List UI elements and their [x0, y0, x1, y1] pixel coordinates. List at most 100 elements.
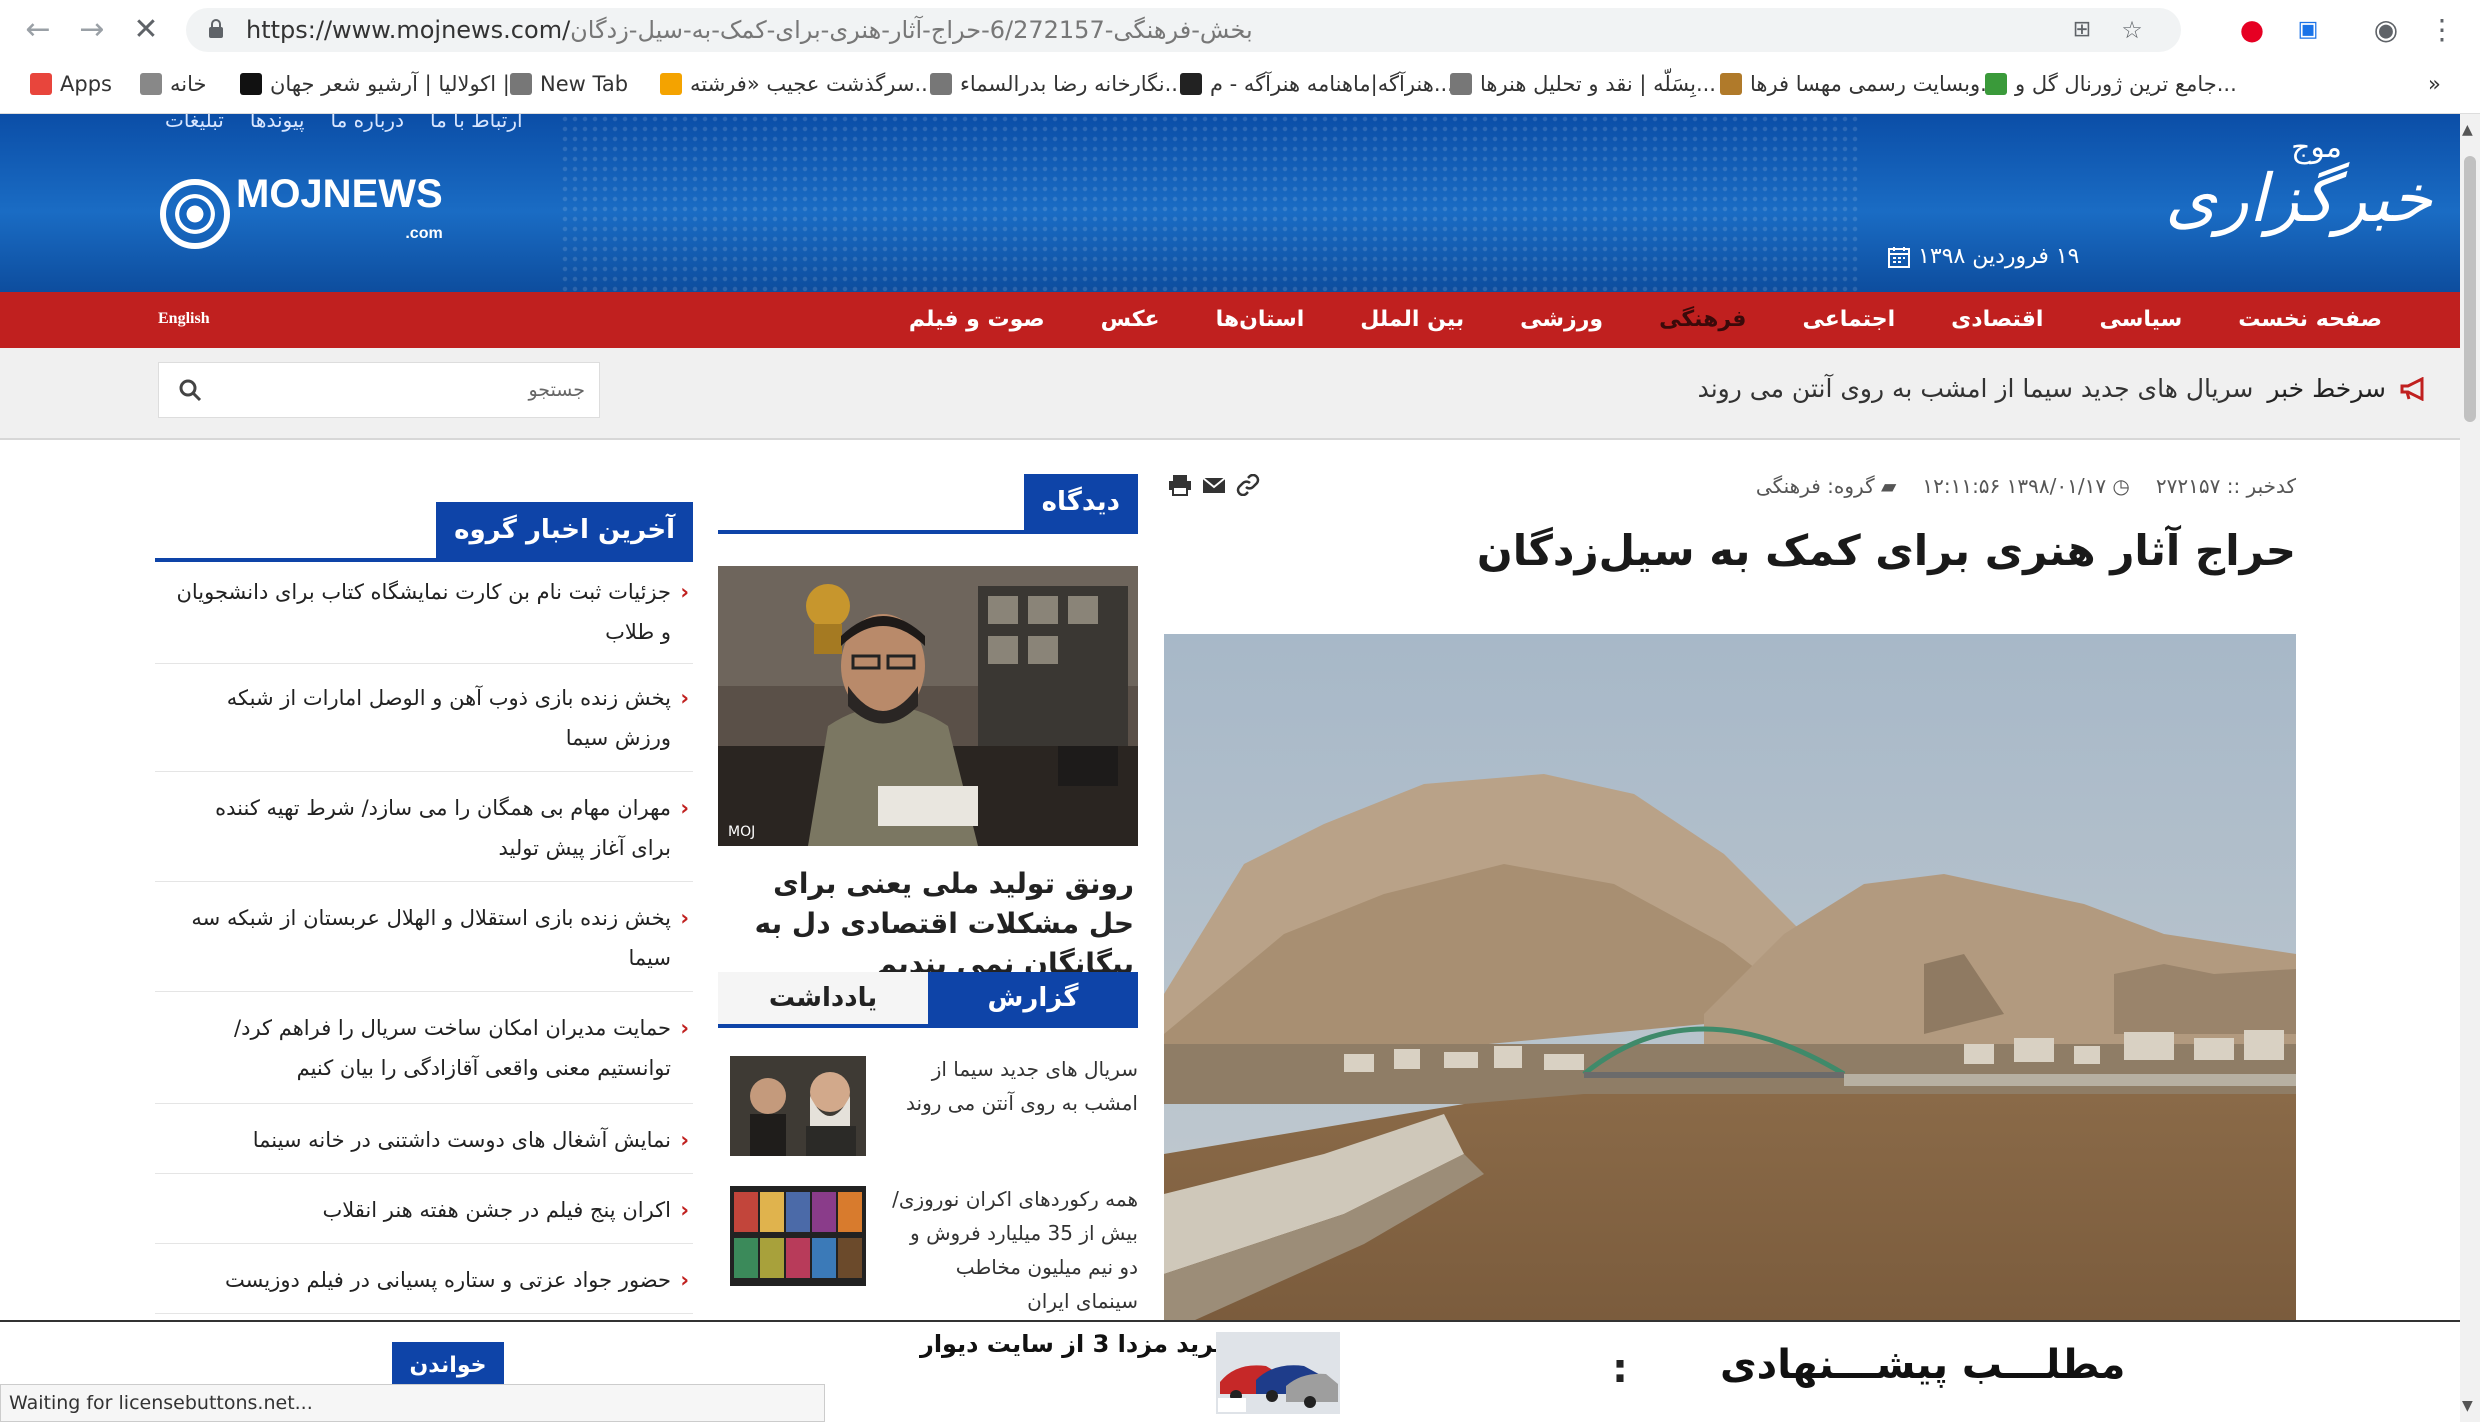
- apps-icon: [30, 73, 52, 95]
- sidebar-news-item[interactable]: نمایش آشغال های دوست داشتنی در خانه سینم…: [155, 1106, 693, 1174]
- logo-sub: .com: [405, 225, 443, 242]
- site-header: ارتباط با ما درباره ما پیوندها تبلیغات M…: [0, 114, 2460, 292]
- site-logo[interactable]: MOJNEWS .com: [160, 174, 443, 254]
- more-bookmarks-icon[interactable]: »: [2428, 72, 2441, 96]
- extension-icon[interactable]: ▣: [2292, 14, 2324, 46]
- group-text[interactable]: گروه: فرهنگی: [1756, 474, 1875, 498]
- latest-news-header[interactable]: آخرین اخبار گروه: [436, 502, 693, 558]
- bookmark-item[interactable]: سرگذشت عجیب «فرشته...: [660, 72, 935, 96]
- sidebar-news-item[interactable]: حمایت مدیران امکان ساخت سریال را فراهم ک…: [155, 994, 693, 1104]
- ad-text[interactable]: خرید مزدا 3 از سایت دیوار: [920, 1330, 1231, 1358]
- page-icon: [1450, 73, 1472, 95]
- stop-loading-icon[interactable]: ✕: [128, 12, 164, 48]
- megaphone-icon: [2400, 376, 2424, 401]
- search-box[interactable]: جستجو: [158, 362, 600, 418]
- news-ticker: سرخط خبر سریال های جدید سیما از امشب به …: [1698, 374, 2430, 403]
- bookmark-label: سرگذشت عجیب «فرشته...: [690, 72, 935, 96]
- email-icon[interactable]: [1202, 474, 1226, 496]
- scroll-down-arrow-icon[interactable]: ▼: [2462, 1398, 2473, 1414]
- logo-mark-icon: [160, 179, 230, 249]
- brand-sub-fa: موج: [2291, 130, 2342, 165]
- sidebar-news-item[interactable]: پخش زنده بازی استقلال و الهلال عربستان ا…: [155, 884, 693, 992]
- top-link[interactable]: درباره ما: [330, 114, 404, 132]
- tab-report[interactable]: گزارش: [928, 972, 1138, 1024]
- ad-cars-image[interactable]: [1216, 1332, 1340, 1414]
- browser-status-bar: Waiting for licensebuttons.net...: [0, 1384, 825, 1422]
- menu-item-culture[interactable]: فرهنگی: [1631, 292, 1774, 348]
- print-icon[interactable]: [1168, 474, 1192, 496]
- menu-item-home[interactable]: صفحه نخست: [2210, 292, 2410, 348]
- menu-item-economy[interactable]: اقتصادی: [1923, 292, 2071, 348]
- datetime-text: ۱۳۹۸/۰۱/۱۷ ۱۲:۱۱:۵۶: [1922, 474, 2107, 498]
- bookmark-item[interactable]: اکولالیا | آرشیو شعر جهان |: [240, 72, 510, 96]
- brush-icon: [1720, 73, 1742, 95]
- bookmark-item[interactable]: Apps: [30, 72, 112, 96]
- bookmark-item[interactable]: هنرآگه|ماهنامه هنرآگه - م...: [1180, 72, 1454, 96]
- news-datetime: ◷ ۱۳۹۸/۰۱/۱۷ ۱۲:۱۱:۵۶: [1922, 474, 2130, 498]
- opinion-header[interactable]: دیدگاه: [1023, 474, 1138, 530]
- lock-icon: [209, 19, 223, 38]
- bookmark-label: Apps: [60, 72, 112, 96]
- scroll-up-arrow-icon[interactable]: ▲: [2462, 122, 2473, 138]
- website: ارتباط با ما درباره ما پیوندها تبلیغات M…: [0, 114, 2460, 1422]
- ticker-headline[interactable]: سریال های جدید سیما از امشب به روی آنتن …: [1698, 374, 2254, 403]
- list-item-title[interactable]: همه رکوردهای اکران نوروزی/ بیش از 35 میل…: [888, 1182, 1138, 1318]
- top-link[interactable]: ارتباط با ما: [430, 114, 523, 132]
- english-link[interactable]: English: [158, 310, 210, 328]
- main-menu: صفحه نخست سیاسی اقتصادی اجتماعی فرهنگی و…: [881, 292, 2410, 348]
- menu-item-international[interactable]: بین الملل: [1332, 292, 1492, 348]
- top-link[interactable]: پیوندها: [250, 114, 305, 132]
- menu-item-media[interactable]: صوت و فیلم: [881, 292, 1073, 348]
- bookmark-item[interactable]: خانه: [140, 72, 206, 96]
- forward-arrow-icon[interactable]: →: [74, 12, 110, 48]
- report-tabs: گزارش یادداشت: [718, 972, 1138, 1028]
- star-icon[interactable]: ☆: [2116, 14, 2148, 46]
- bookmark-label: نگارخانه رضا بدرالسماء...: [960, 72, 1185, 96]
- sidebar-news-item[interactable]: مهران مهام بی همگان را می سازد/ شرط تهیه…: [155, 774, 693, 882]
- search-input[interactable]: جستجو: [528, 379, 585, 401]
- flood-photo-image: [1164, 634, 2296, 1334]
- link-icon[interactable]: [1236, 474, 1260, 496]
- sidebar-news-item[interactable]: اکران پنج فیلم در جشن هفته هنر انقلاب: [155, 1176, 693, 1244]
- bookmark-item[interactable]: جامع ترین ژورنال گل و...: [1985, 72, 2237, 96]
- bookmark-item[interactable]: نگارخانه رضا بدرالسماء...: [930, 72, 1185, 96]
- top-links: ارتباط با ما درباره ما پیوندها تبلیغات: [165, 114, 523, 132]
- bookmark-item[interactable]: New Tab: [510, 72, 628, 96]
- sidebar-news-item[interactable]: پخش زنده بازی ذوب آهن و الوصل امارات از …: [155, 666, 693, 772]
- bookmark-item[interactable]: وبسایت رسمی مهسا فرها...: [1720, 72, 2000, 96]
- bookmark-item[interactable]: بِسَلّه | نقد و تحلیل هنرها...: [1450, 72, 1716, 96]
- flower-icon: [1985, 73, 2007, 95]
- sidebar-news-item[interactable]: جزئیات ثبت نام بن کارت نمایشگاه کتاب برا…: [155, 564, 693, 664]
- pinterest-icon[interactable]: ●: [2236, 14, 2268, 46]
- tab-note[interactable]: یادداشت: [718, 972, 928, 1024]
- eye-icon: [1180, 73, 1202, 95]
- menu-dots-icon[interactable]: ⋮: [2426, 14, 2458, 46]
- brand-name-fa[interactable]: خبرگزاری: [2165, 160, 2432, 237]
- search-icon[interactable]: [177, 377, 203, 403]
- read-button[interactable]: خواندن: [392, 1342, 504, 1390]
- sidebar-news-item[interactable]: حضور جواد عزتی و ستاره پسیانی در فیلم دو…: [155, 1246, 693, 1314]
- menu-item-sports[interactable]: ورزشی: [1492, 292, 1631, 348]
- page-scrollbar[interactable]: ▲ ▼: [2460, 114, 2480, 1422]
- colorful-icon: [660, 73, 682, 95]
- list-item-title[interactable]: سریال های جدید سیما از امشب به روی آنتن …: [888, 1052, 1138, 1120]
- address-bar[interactable]: https://www.mojnews.com/بخش-فرهنگی-6/272…: [186, 8, 2181, 52]
- menu-item-provinces[interactable]: استان‌ها: [1188, 292, 1333, 348]
- translate-icon[interactable]: ⊞: [2066, 14, 2098, 46]
- bookmark-label: هنرآگه|ماهنامه هنرآگه - م...: [1210, 72, 1454, 96]
- scrollbar-thumb[interactable]: [2464, 156, 2476, 422]
- opinion-title[interactable]: رونق تولید ملی یعنی برای حل مشکلات اقتصا…: [722, 864, 1134, 984]
- bookmark-label: جامع ترین ژورنال گل و...: [2015, 72, 2237, 96]
- menu-item-politics[interactable]: سیاسی: [2071, 292, 2210, 348]
- menu-item-social[interactable]: اجتماعی: [1774, 292, 1923, 348]
- account-icon[interactable]: ◉: [2370, 14, 2402, 46]
- menu-item-photo[interactable]: عکس: [1073, 292, 1188, 348]
- top-link[interactable]: تبلیغات: [165, 114, 224, 132]
- back-arrow-icon[interactable]: ←: [20, 12, 56, 48]
- page-icon: [930, 73, 952, 95]
- opinion-photo[interactable]: MOJ: [718, 566, 1138, 846]
- list-item[interactable]: همه رکوردهای اکران نوروزی/ بیش از 35 میل…: [718, 1176, 1138, 1313]
- ekolalia-icon: [240, 73, 262, 95]
- list-item[interactable]: سریال های جدید سیما از امشب به روی آنتن …: [718, 1046, 1138, 1176]
- header-date: ۱۹ فروردین ۱۳۹۸: [1888, 244, 2079, 269]
